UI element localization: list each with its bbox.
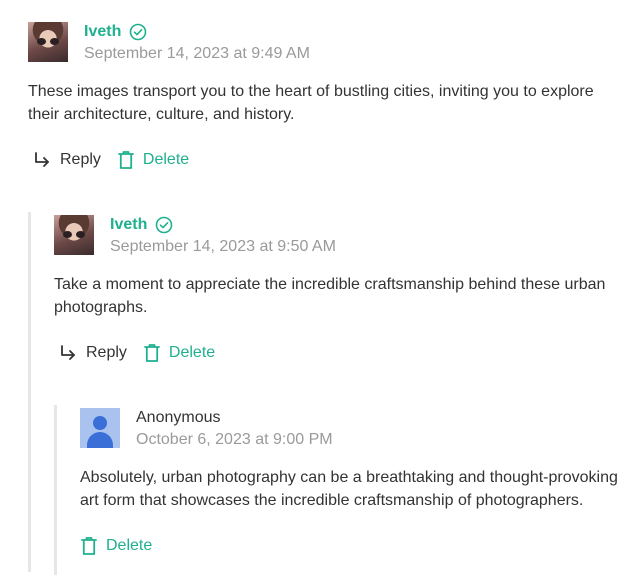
anonymous-user-icon [80,408,120,448]
comment-header: Iveth September 14, 2023 at 9:49 AM [28,22,628,63]
trash-icon [144,344,160,362]
avatar[interactable] [28,22,68,62]
verified-check-icon [130,23,147,41]
comment-text: Take a moment to appreciate the incredib… [54,276,606,316]
author-name[interactable]: Iveth [110,216,147,234]
delete-label: Delete [168,344,216,361]
delete-label: Delete [142,151,190,168]
comment-1: Iveth September 14, 2023 at 9:49 AM Thes… [28,22,628,172]
reply-button[interactable]: Reply [32,150,101,170]
delete-button[interactable]: Delete [117,150,189,170]
comment-text: Absolutely, urban photography can be a b… [80,469,618,509]
author-line: Iveth [84,22,310,42]
reply-label: Reply [60,151,101,168]
avatar[interactable] [54,215,94,255]
comment-actions: Reply Delete [28,148,628,172]
comment-actions: Reply Delete [54,341,628,365]
comment-header: Iveth September 14, 2023 at 9:50 AM [54,215,628,256]
reply-thread-line [28,212,31,572]
author-line: Iveth [110,215,336,235]
comment-actions: Delete [80,534,628,558]
reply-label: Reply [86,344,127,361]
verified-check-icon [156,216,173,234]
comment-date[interactable]: October 6, 2023 at 9:00 PM [136,431,333,449]
comment-date[interactable]: September 14, 2023 at 9:50 AM [110,238,336,256]
reply-arrow-icon [35,152,49,167]
author-line: Anonymous [136,408,333,428]
comment-header: Anonymous October 6, 2023 at 9:00 PM [80,408,628,449]
trash-icon [81,537,97,555]
author-name: Anonymous [136,409,221,426]
comment-2: Iveth September 14, 2023 at 9:50 AM Take… [54,215,628,365]
comment-text: These images transport you to the heart … [28,83,594,123]
comment-date[interactable]: September 14, 2023 at 9:49 AM [84,45,310,63]
comment-meta: Iveth September 14, 2023 at 9:50 AM [110,215,336,256]
reply-thread-line [54,405,57,575]
comment-meta: Anonymous October 6, 2023 at 9:00 PM [136,408,333,449]
delete-button[interactable]: Delete [143,343,215,363]
reply-arrow-icon [61,345,75,360]
comment-3: Anonymous October 6, 2023 at 9:00 PM Abs… [80,408,628,558]
reply-button[interactable]: Reply [58,343,127,363]
trash-icon [118,151,134,169]
author-name[interactable]: Iveth [84,23,121,41]
comment-meta: Iveth September 14, 2023 at 9:49 AM [84,22,310,63]
delete-button[interactable]: Delete [80,536,152,556]
delete-label: Delete [106,537,153,554]
